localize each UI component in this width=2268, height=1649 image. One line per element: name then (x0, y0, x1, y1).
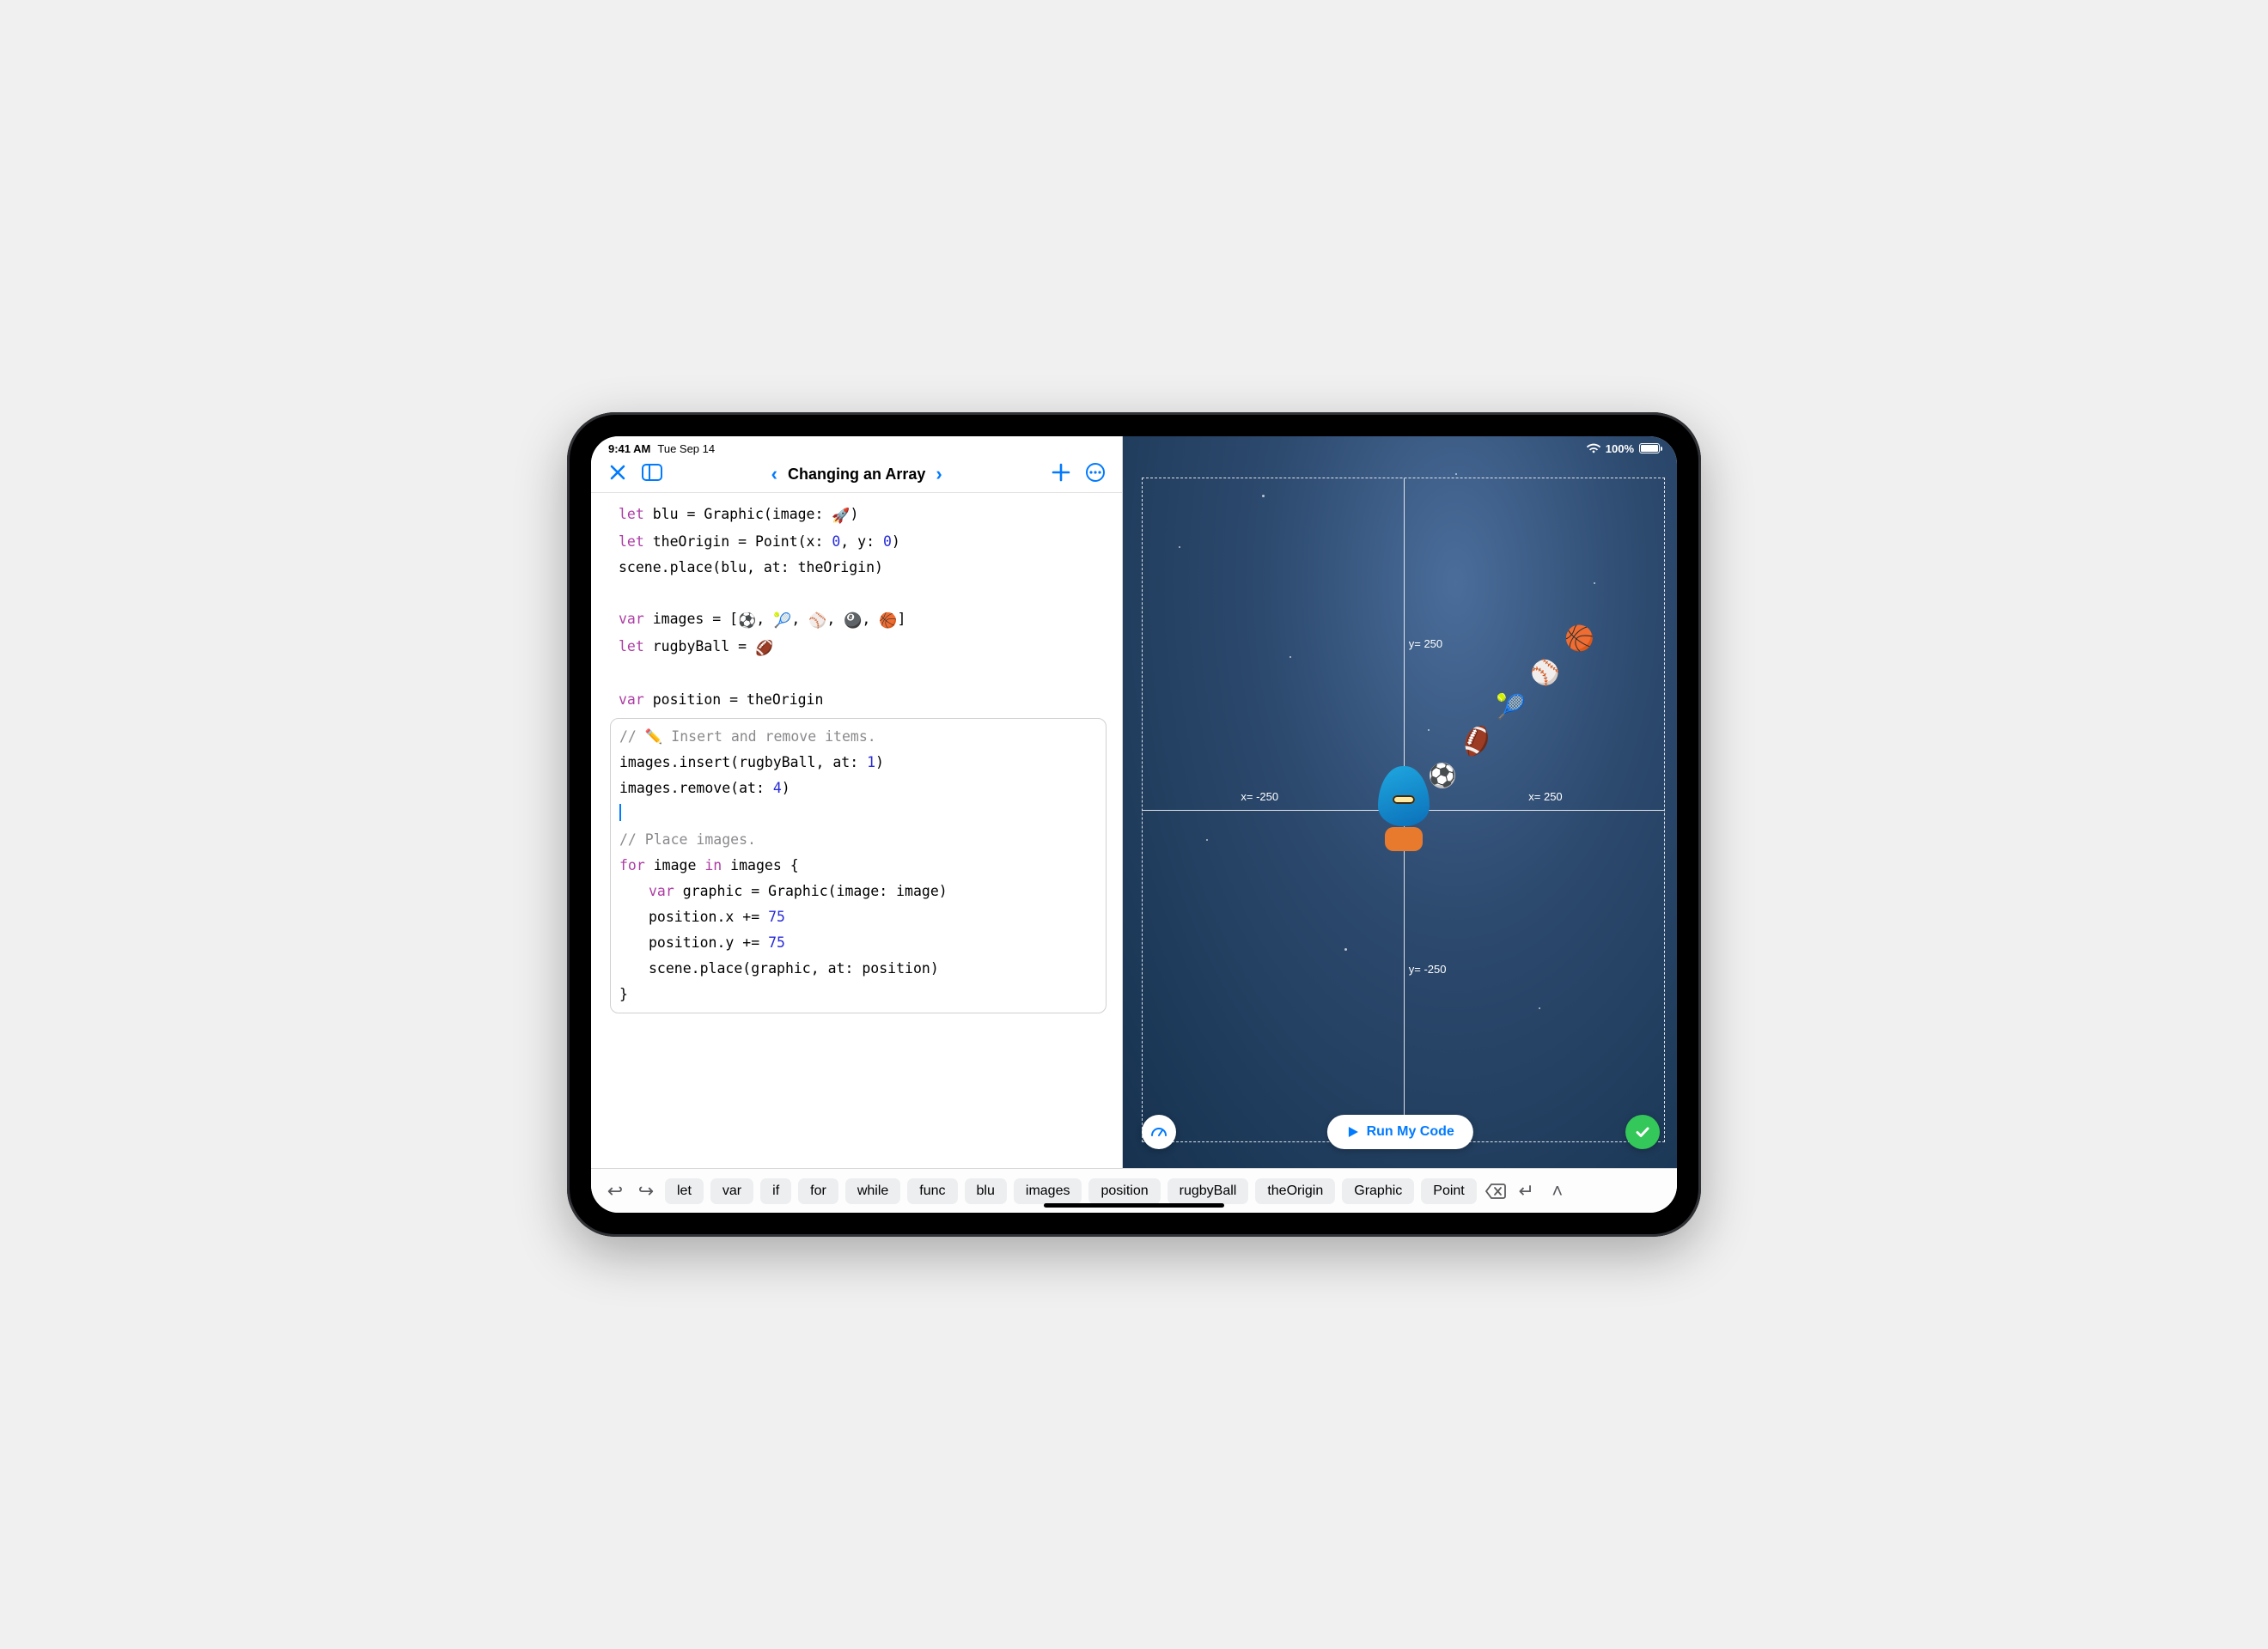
run-code-label: Run My Code (1367, 1124, 1454, 1140)
battery-percent: 100% (1606, 442, 1634, 455)
shortcut-func[interactable]: func (907, 1178, 957, 1204)
code-editor[interactable]: let blu = Graphic(image: 🚀) let theOrigi… (591, 493, 1122, 1168)
live-view: y= 250 y= -250 x= -250 x= 250 (1123, 436, 1677, 1168)
shortcut-for[interactable]: for (798, 1178, 838, 1204)
axis-label-x-neg: x= -250 (1241, 790, 1278, 803)
add-button[interactable] (1050, 461, 1072, 484)
play-icon (1346, 1125, 1360, 1139)
blu-character (1374, 766, 1434, 839)
shortcut-if[interactable]: if (760, 1178, 791, 1204)
page-title: Changing an Array (788, 465, 925, 484)
return-button[interactable]: ↵ (1515, 1179, 1539, 1203)
speed-button[interactable] (1142, 1115, 1176, 1149)
shortcut-Point[interactable]: Point (1421, 1178, 1476, 1204)
home-indicator (1044, 1203, 1224, 1208)
blu-emoji-icon: 🚀 (832, 508, 850, 525)
shortcut-theOrigin[interactable]: theOrigin (1255, 1178, 1335, 1204)
basketball-icon (1567, 625, 1593, 651)
tennis-ball-icon (1498, 694, 1524, 720)
shortcut-Graphic[interactable]: Graphic (1342, 1178, 1414, 1204)
baseball-icon (1533, 660, 1558, 685)
editable-code-block[interactable]: // ✏️ Insert and remove items. images.in… (610, 718, 1107, 1013)
axis-label-x-pos: x= 250 (1528, 790, 1562, 803)
shortcut-images[interactable]: images (1014, 1178, 1082, 1204)
axis-label-y-neg: y= -250 (1409, 963, 1447, 976)
axis-label-y-pos: y= 250 (1409, 637, 1442, 650)
shortcut-rugbyBall[interactable]: rugbyBall (1168, 1178, 1249, 1204)
checkmark-icon (1633, 1123, 1652, 1141)
shortcut-blu[interactable]: blu (965, 1178, 1007, 1204)
text-caret (619, 804, 621, 821)
more-button[interactable] (1084, 461, 1107, 484)
status-date: Tue Sep 14 (657, 442, 715, 455)
redo-button[interactable]: ↪︎ (634, 1179, 658, 1203)
status-time: 9:41 AM (608, 442, 650, 455)
prev-page-button[interactable]: ‹ (768, 465, 781, 484)
shortcut-var[interactable]: var (710, 1178, 753, 1204)
ipad-device: 9:41 AM Tue Sep 14 100% (567, 412, 1701, 1237)
next-page-button[interactable]: › (932, 465, 945, 484)
status-bar: 9:41 AM Tue Sep 14 100% (591, 439, 1677, 458)
success-indicator[interactable] (1625, 1115, 1660, 1149)
page-title-group: ‹ Changing an Array › (768, 465, 946, 484)
close-button[interactable] (607, 461, 629, 484)
delete-button[interactable] (1484, 1179, 1508, 1203)
soccer-ball-icon (1430, 763, 1455, 788)
run-code-button[interactable]: Run My Code (1327, 1115, 1473, 1149)
code-pane: ‹ Changing an Array › let blu = Graphic(… (591, 436, 1123, 1168)
shortcut-position[interactable]: position (1088, 1178, 1160, 1204)
battery-icon (1639, 443, 1660, 453)
wifi-icon (1587, 443, 1600, 453)
undo-button[interactable]: ↩︎ (603, 1179, 627, 1203)
sidebar-toggle-button[interactable] (641, 461, 663, 484)
keyboard-toggle-button[interactable]: ˄ (1546, 1179, 1570, 1203)
football-icon (1464, 728, 1490, 754)
screen: 9:41 AM Tue Sep 14 100% (591, 436, 1677, 1213)
shortcut-while[interactable]: while (845, 1178, 900, 1204)
shortcut-let[interactable]: let (665, 1178, 704, 1204)
scene-frame: y= 250 y= -250 x= -250 x= 250 (1142, 478, 1665, 1142)
